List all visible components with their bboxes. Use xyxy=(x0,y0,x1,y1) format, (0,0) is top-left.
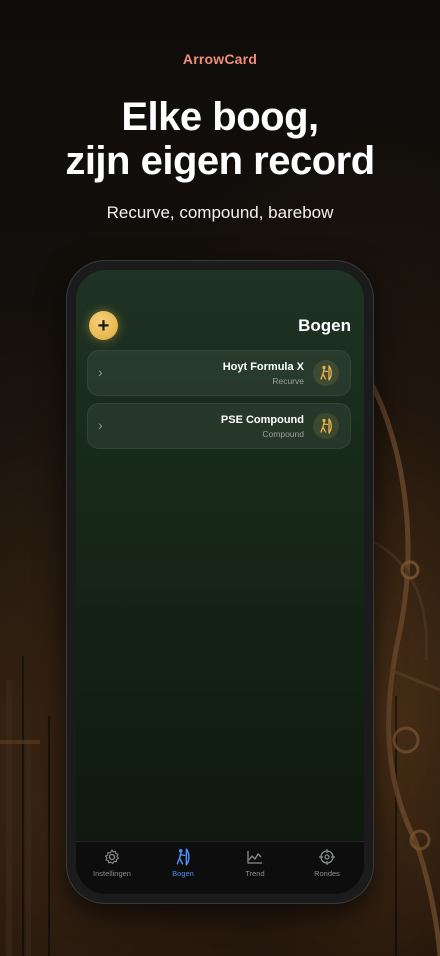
chart-icon xyxy=(247,851,262,864)
subheadline: Recurve, compound, barebow xyxy=(106,203,334,222)
crosshair-icon xyxy=(319,849,335,865)
bow-name: Hoyt Formula X xyxy=(222,361,304,373)
tab-label: Bogen xyxy=(172,869,194,878)
tab-bogen[interactable]: Bogen xyxy=(153,848,213,878)
tab-instellingen[interactable]: Instellingen xyxy=(82,848,142,878)
plus-icon: + xyxy=(97,314,110,337)
archer-icon xyxy=(313,413,339,439)
tab-trend[interactable]: Trend xyxy=(225,848,285,878)
headline-line-1: Elke boog, xyxy=(121,95,319,139)
app-screen: + Bogen › Hoyt Formula X Recurve › PSE C… xyxy=(76,270,364,894)
add-bow-button[interactable]: + xyxy=(89,311,118,340)
headline-line-2: zijn eigen record xyxy=(65,139,375,183)
brand-name: ArrowCard xyxy=(182,51,258,67)
gear-icon xyxy=(105,849,120,865)
archer-icon xyxy=(313,360,339,386)
bow-name: PSE Compound xyxy=(220,414,304,426)
chevron-right-icon: › xyxy=(98,364,103,380)
bow-type: Recurve xyxy=(272,376,304,386)
arrow-rack-illustration xyxy=(0,680,40,956)
tab-label: Instellingen xyxy=(93,869,131,878)
page-title: Bogen xyxy=(298,316,351,335)
bow-type: Compound xyxy=(262,429,304,439)
bow-list-item[interactable]: › Hoyt Formula X Recurve xyxy=(87,350,351,396)
tab-rondes[interactable]: Rondes xyxy=(297,848,357,878)
tab-label: Rondes xyxy=(314,869,340,878)
tab-bar: Instellingen Bogen Trend Rondes xyxy=(76,841,364,894)
phone-frame: + Bogen › Hoyt Formula X Recurve › PSE C… xyxy=(67,261,373,903)
tab-label: Trend xyxy=(245,869,265,878)
archer-icon xyxy=(176,848,190,866)
chevron-right-icon: › xyxy=(98,417,103,433)
bow-list-item[interactable]: › PSE Compound Compound xyxy=(87,403,351,449)
headline: Elke boog, zijn eigen record xyxy=(0,95,440,183)
